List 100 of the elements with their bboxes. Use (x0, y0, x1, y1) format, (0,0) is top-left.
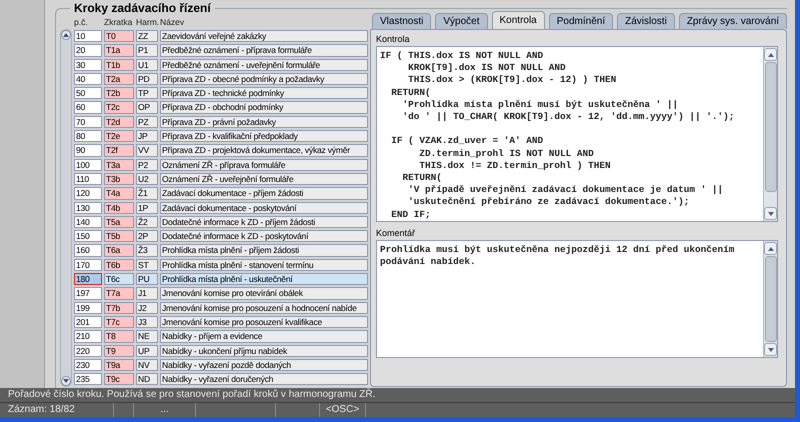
name-field[interactable]: Nabídky - vyřazení pozdě dodaných (160, 358, 368, 372)
number-field[interactable]: 201 (74, 316, 102, 328)
schedule-code-field[interactable]: P1 (136, 44, 158, 57)
comment-field[interactable]: Prohlídka musí být uskutečněna nejpozději 12 dní před ukončením podávání nabídek. (376, 240, 778, 358)
abbreviation-field[interactable]: T5a (104, 216, 134, 228)
tab[interactable]: Podmínění (548, 13, 614, 29)
schedule-code-field[interactable]: J1 (136, 287, 158, 300)
schedule-code-field[interactable]: PD (136, 72, 158, 86)
name-field[interactable]: Prohlídka místa plnění - uskutečnění (160, 273, 368, 286)
number-field[interactable]: 199 (74, 302, 102, 314)
tab[interactable]: Závislosti (617, 13, 675, 29)
name-field[interactable]: Jmenování komise pro otevírání obálek (160, 287, 368, 300)
abbreviation-field[interactable]: T7c (104, 316, 134, 328)
name-field[interactable]: Nabídky - příjem a evidence (160, 330, 368, 343)
schedule-code-field[interactable]: PU (136, 273, 158, 286)
abbreviation-field[interactable]: T6c (104, 273, 134, 286)
schedule-code-field[interactable]: Ž1 (136, 187, 158, 200)
number-field[interactable]: 100 (74, 158, 102, 171)
number-field[interactable]: 170 (74, 258, 102, 272)
number-field[interactable]: 210 (74, 330, 102, 343)
abbreviation-field[interactable]: T2f (104, 144, 134, 157)
abbreviation-field[interactable]: T3a (104, 158, 134, 171)
schedule-code-field[interactable]: ST (136, 258, 158, 272)
schedule-code-field[interactable]: P2 (136, 158, 158, 171)
scroll-thumb[interactable] (764, 62, 777, 192)
name-field[interactable]: Zadávací dokumentace - příjem žádosti (160, 187, 368, 200)
tab[interactable]: Výpočet (435, 13, 488, 29)
name-field[interactable]: Nabídky - vyřazení doručených (160, 373, 368, 386)
tab[interactable]: Zprávy sys. varování (678, 13, 788, 29)
name-field[interactable]: Příprava ZD - právní požadavky (160, 116, 368, 128)
number-field[interactable]: 30 (74, 58, 102, 71)
abbreviation-field[interactable]: T2c (104, 101, 134, 114)
tab[interactable]: Vlastnosti (372, 13, 432, 29)
number-field[interactable]: 80 (74, 130, 102, 142)
scroll-down-button[interactable] (764, 343, 778, 356)
number-field[interactable]: 197 (74, 287, 102, 300)
schedule-code-field[interactable]: U2 (136, 172, 158, 186)
abbreviation-field[interactable]: T1b (104, 58, 134, 71)
schedule-code-field[interactable]: 2P (136, 230, 158, 242)
schedule-code-field[interactable]: NV (136, 358, 158, 372)
name-field[interactable]: Příprava ZD - technické podmínky (160, 87, 368, 100)
abbreviation-field[interactable]: T2e (104, 130, 134, 142)
schedule-code-field[interactable]: ND (136, 373, 158, 386)
schedule-code-field[interactable]: ZZ (136, 30, 158, 42)
scroll-down-button[interactable] (61, 376, 71, 386)
number-field[interactable]: 230 (74, 358, 102, 372)
number-field[interactable]: 180 (74, 273, 102, 286)
schedule-code-field[interactable]: TP (136, 87, 158, 100)
schedule-code-field[interactable]: UP (136, 344, 158, 357)
schedule-code-field[interactable]: Ž2 (136, 216, 158, 228)
abbreviation-field[interactable]: T9 (104, 344, 134, 357)
schedule-code-field[interactable]: NE (136, 330, 158, 343)
name-field[interactable]: Jmenování komise pro posouzení a hodnocení nabíde (160, 302, 368, 314)
name-field[interactable]: Zadávací dokumentace - poskytování (160, 202, 368, 214)
number-field[interactable]: 60 (74, 101, 102, 114)
number-field[interactable]: 235 (74, 373, 102, 386)
number-field[interactable]: 160 (74, 244, 102, 257)
schedule-code-field[interactable]: 1P (136, 202, 158, 214)
number-field[interactable]: 140 (74, 216, 102, 228)
name-field[interactable]: Dodatečné informace k ZD - příjem žádosti (160, 216, 368, 228)
name-field[interactable]: Příprava ZD - kvalifikační předpoklady (160, 130, 368, 142)
abbreviation-field[interactable]: T6a (104, 244, 134, 257)
abbreviation-field[interactable]: T5b (104, 230, 134, 242)
scroll-down-button[interactable] (764, 207, 778, 220)
abbreviation-field[interactable]: T8 (104, 330, 134, 343)
scrollbar[interactable] (60, 29, 72, 387)
number-field[interactable]: 220 (74, 344, 102, 357)
name-field[interactable]: Prohlídka místa plnění - příjem žádosti (160, 244, 368, 257)
number-field[interactable]: 10 (74, 30, 102, 42)
abbreviation-field[interactable]: T0 (104, 30, 134, 42)
schedule-code-field[interactable]: J2 (136, 302, 158, 314)
number-field[interactable]: 120 (74, 187, 102, 200)
number-field[interactable]: 90 (74, 144, 102, 157)
abbreviation-field[interactable]: T7a (104, 287, 134, 300)
schedule-code-field[interactable]: J3 (136, 316, 158, 328)
name-field[interactable]: Předběžné oznámení - příprava formuláře (160, 44, 368, 57)
abbreviation-field[interactable]: T2d (104, 116, 134, 128)
scroll-up-button[interactable] (61, 30, 71, 40)
name-field[interactable]: Prohlídka místa plnění - stanovení termínu (160, 258, 368, 272)
abbreviation-field[interactable]: T2a (104, 72, 134, 86)
tab[interactable]: Kontrola (492, 11, 545, 29)
scroll-thumb[interactable] (764, 256, 777, 342)
name-field[interactable]: Příprava ZD - projektová dokumentace, výkaz výměr (160, 144, 368, 157)
abbreviation-field[interactable]: T9c (104, 373, 134, 386)
number-field[interactable]: 130 (74, 202, 102, 214)
name-field[interactable]: Příprava ZD - obecné podmínky a požadavky (160, 72, 368, 86)
schedule-code-field[interactable]: OP (136, 101, 158, 114)
number-field[interactable]: 40 (74, 72, 102, 86)
abbreviation-field[interactable]: T3b (104, 172, 134, 186)
number-field[interactable]: 150 (74, 230, 102, 242)
schedule-code-field[interactable]: U1 (136, 58, 158, 71)
number-field[interactable]: 50 (74, 87, 102, 100)
name-field[interactable]: Jmenování komise pro posouzení kvalifikace (160, 316, 368, 328)
abbreviation-field[interactable]: T9a (104, 358, 134, 372)
number-field[interactable]: 20 (74, 44, 102, 57)
name-field[interactable]: Dodatečné informace k ZD - poskytování (160, 230, 368, 242)
name-field[interactable]: Předběžné oznámení - uveřejnění formuláře (160, 58, 368, 71)
scroll-up-button[interactable] (764, 242, 778, 255)
name-field[interactable]: Zaevidování veřejné zakázky (160, 30, 368, 42)
abbreviation-field[interactable]: T4b (104, 202, 134, 214)
